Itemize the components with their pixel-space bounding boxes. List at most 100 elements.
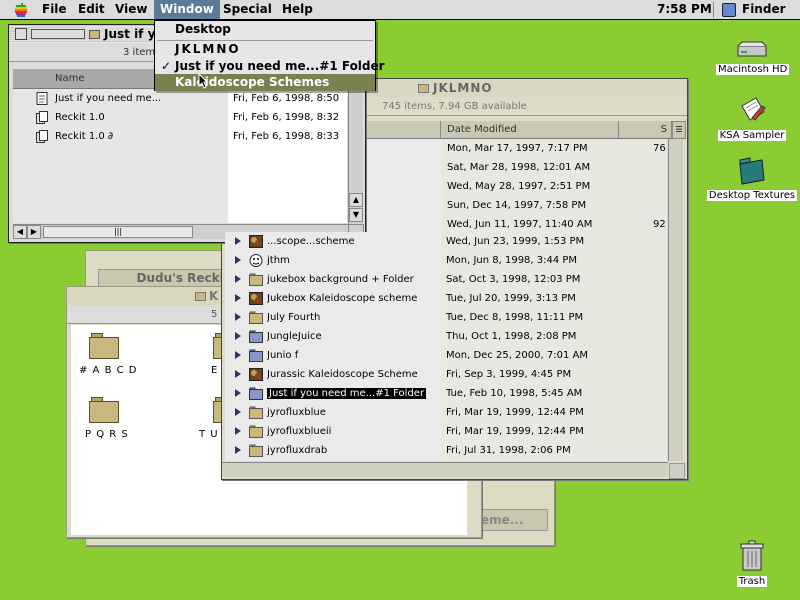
name-cell: jthm bbox=[267, 251, 439, 270]
just-window-vertical-scrollbar[interactable]: ▲ ▼ bbox=[348, 69, 363, 224]
jklmno-visible-rows: ...scope...scheme Wed, Jun 23, 1999, 1:53… bbox=[225, 232, 666, 460]
name-cell: jyrofluxdrab bbox=[267, 441, 439, 460]
menu-item-just-if-you-need-me[interactable]: ✓ Just if you need me...#1 Folder bbox=[155, 58, 385, 75]
dudus-reckit-button[interactable]: eme... bbox=[478, 509, 548, 531]
disclosure-triangle-icon[interactable] bbox=[235, 446, 241, 454]
name-text: JungleJuice bbox=[267, 331, 322, 342]
jklmno-vertical-scrollbar[interactable] bbox=[668, 139, 683, 461]
macintosh-hd-icon[interactable]: Macintosh HD bbox=[716, 40, 790, 76]
harddisk-icon bbox=[737, 41, 767, 57]
menu-edit[interactable]: Edit bbox=[72, 0, 111, 19]
ksa-sampler-icon[interactable]: KSA Sampler bbox=[712, 96, 792, 142]
k-window-title: K bbox=[191, 289, 223, 303]
date-cell: Fri, Jul 31, 1998, 2:06 PM bbox=[446, 445, 571, 456]
ksa-sampler-label: KSA Sampler bbox=[717, 130, 787, 141]
table-row[interactable]: jyrofluxblue Fri, Mar 19, 1999, 12:44 PM bbox=[225, 403, 666, 422]
kaleidoscope-scheme-icon bbox=[249, 368, 263, 381]
date-cell: Fri, Mar 19, 1999, 12:44 PM bbox=[446, 426, 584, 437]
name-cell: Just if you need me...#1 Folder bbox=[267, 384, 439, 403]
name-text: Just if you need me...#1 Folder bbox=[267, 388, 427, 399]
scroll-thumb[interactable]: ||| bbox=[43, 226, 193, 238]
name-text: jthm bbox=[267, 255, 290, 266]
icon-label-abcd: # A B C D bbox=[79, 365, 138, 376]
table-row[interactable]: Just if you need me... Fri, Feb 6, 1998,… bbox=[13, 89, 347, 108]
table-row[interactable]: Junio f Mon, Dec 25, 2000, 7:01 AM bbox=[225, 346, 666, 365]
menu-file[interactable]: File bbox=[36, 0, 73, 19]
disclosure-triangle-icon[interactable] bbox=[235, 237, 241, 245]
close-box[interactable] bbox=[15, 28, 27, 40]
date-cell: Tue, Feb 10, 1998, 5:45 AM bbox=[446, 388, 583, 399]
table-row[interactable]: jukebox background + Folder Sat, Oct 3, 1… bbox=[225, 270, 666, 289]
disclosure-triangle-icon[interactable] bbox=[235, 275, 241, 283]
table-row[interactable]: Jurassic Kaleidoscope Scheme Fri, Sep 3, … bbox=[225, 365, 666, 384]
table-row[interactable]: Reckit 1.0 Fri, Feb 6, 1998, 8:32 bbox=[13, 108, 347, 127]
disclosure-triangle-icon[interactable] bbox=[235, 389, 241, 397]
menu-item-kaleidoscope-schemes[interactable]: Kaleidoscope Schemes bbox=[155, 74, 375, 91]
table-row[interactable]: Jukebox Kaleidoscope scheme Tue, Jul 20, … bbox=[225, 289, 666, 308]
menu-clock[interactable]: 7:58 PM bbox=[651, 0, 718, 19]
folder-icon bbox=[249, 444, 263, 457]
size-column-header[interactable]: S bbox=[619, 121, 672, 139]
table-row[interactable]: jyrofluxdrab Fri, Jul 31, 1998, 2:06 PM bbox=[225, 441, 666, 460]
menu-window[interactable]: Window bbox=[154, 0, 220, 19]
application-menu[interactable]: Finder bbox=[736, 0, 792, 19]
disclosure-triangle-icon[interactable] bbox=[235, 256, 241, 264]
scroll-up-arrow-icon[interactable]: ▲ bbox=[349, 193, 363, 207]
disclosure-triangle-icon[interactable] bbox=[235, 294, 241, 302]
disclosure-triangle-icon[interactable] bbox=[235, 313, 241, 321]
menu-help[interactable]: Help bbox=[276, 0, 319, 19]
scroll-down-arrow-icon[interactable]: ▼ bbox=[349, 208, 363, 222]
menu-view[interactable]: View bbox=[109, 0, 153, 19]
trash-can-icon bbox=[740, 540, 764, 571]
table-row[interactable]: jthm Mon, Jun 8, 1998, 3:44 PM bbox=[225, 251, 666, 270]
name-text: ...scope...scheme bbox=[267, 236, 355, 247]
menu-special[interactable]: Special bbox=[217, 0, 278, 19]
disclosure-triangle-icon[interactable] bbox=[235, 370, 241, 378]
menu-item-jklmno[interactable]: JKLMNO bbox=[155, 41, 375, 58]
path-popup-button[interactable] bbox=[31, 29, 85, 39]
desktop-textures-icon[interactable]: Desktop Textures bbox=[706, 156, 798, 202]
disclosure-triangle-icon[interactable] bbox=[235, 427, 241, 435]
table-row[interactable]: Just if you need me...#1 Folder Tue, Feb … bbox=[225, 384, 666, 403]
sort-direction-button[interactable]: ☰ bbox=[672, 121, 686, 139]
table-row[interactable]: Reckit 1.0 ∂ Fri, Feb 6, 1998, 8:33 bbox=[13, 127, 347, 146]
folder-icon bbox=[195, 292, 206, 301]
table-row[interactable]: JungleJuice Thu, Oct 1, 1998, 2:08 PM bbox=[225, 327, 666, 346]
face-icon bbox=[249, 254, 263, 267]
date-cell: Sat, Oct 3, 1998, 12:03 PM bbox=[446, 274, 581, 285]
name-cell: July Fourth bbox=[267, 308, 439, 327]
name-text: jyrofluxdrab bbox=[267, 445, 328, 456]
jklmno-title: JKLMNO bbox=[414, 81, 497, 95]
jklmno-horizontal-scrollbar[interactable] bbox=[222, 462, 668, 477]
trash-icon[interactable]: Trash bbox=[726, 540, 778, 588]
folder-icon[interactable] bbox=[89, 397, 119, 423]
scroll-right-arrow-icon[interactable]: ▶ bbox=[27, 225, 41, 239]
folder-icon bbox=[249, 273, 263, 286]
name-text: jukebox background + Folder bbox=[267, 274, 414, 285]
disclosure-triangle-icon[interactable] bbox=[235, 351, 241, 359]
size-cell: 76 bbox=[653, 143, 666, 154]
date-cell: Tue, Dec 8, 1998, 11:11 PM bbox=[446, 312, 584, 323]
folder-icon bbox=[249, 406, 263, 419]
folder-icon[interactable] bbox=[89, 333, 119, 359]
date-column-header[interactable]: Date Modified bbox=[441, 121, 619, 139]
date-cell: Mon, Dec 25, 2000, 7:01 AM bbox=[446, 350, 588, 361]
folder-icon bbox=[739, 157, 765, 185]
name-cell: Reckit 1.0 bbox=[55, 112, 105, 123]
table-row[interactable]: jyrofluxblueii Fri, Mar 19, 1999, 12:44 P… bbox=[225, 422, 666, 441]
disclosure-triangle-icon[interactable] bbox=[235, 332, 241, 340]
resize-grip[interactable] bbox=[669, 463, 685, 479]
disclosure-triangle-icon[interactable] bbox=[235, 408, 241, 416]
table-row[interactable]: ...scope...scheme Wed, Jun 23, 1999, 1:53… bbox=[225, 232, 666, 251]
scroll-left-arrow-icon[interactable]: ◀ bbox=[13, 225, 27, 239]
table-row[interactable]: July Fourth Tue, Dec 8, 1998, 11:11 PM bbox=[225, 308, 666, 327]
menu-item-desktop[interactable]: Desktop bbox=[155, 21, 375, 38]
apple-menu-icon[interactable] bbox=[13, 3, 29, 17]
name-text: jyrofluxblueii bbox=[267, 426, 332, 437]
folder-icon bbox=[249, 311, 263, 324]
application-icon bbox=[36, 130, 48, 143]
date-cell: Sat, Mar 28, 1998, 12:01 AM bbox=[447, 162, 591, 173]
menu-bar: File Edit View Window Special Help 7:58 … bbox=[0, 0, 800, 20]
name-cell: JungleJuice bbox=[267, 327, 439, 346]
name-cell: jyrofluxblue bbox=[267, 403, 439, 422]
